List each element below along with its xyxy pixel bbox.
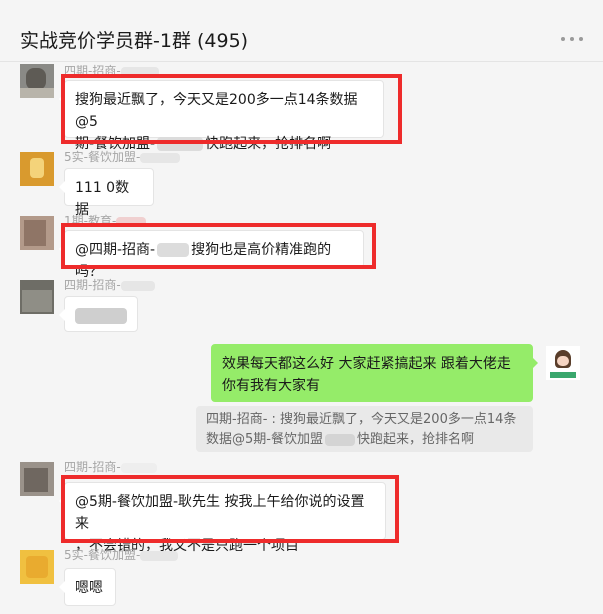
avatar[interactable] — [20, 152, 54, 186]
avatar[interactable] — [20, 216, 54, 250]
avatar[interactable] — [546, 346, 580, 380]
message-list[interactable]: 四期-招商- 搜狗最近飘了，今天又是200多一点14条数据@5 期-餐饮加盟- 快… — [0, 62, 603, 614]
avatar[interactable] — [20, 550, 54, 584]
sender-name: 5实-餐饮加盟- — [64, 546, 179, 563]
sender-name: 5实-餐饮加盟- — [64, 148, 181, 165]
quoted-text: 四期-招商- : 搜狗最近飘了，今天又是200多一点14条 — [206, 412, 517, 427]
message-text: 嗯嗯 — [75, 580, 103, 596]
message-bubble[interactable]: 嗯嗯 — [59, 568, 116, 606]
message-bubble[interactable] — [59, 296, 138, 332]
quoted-text: 数据@5期-餐饮加盟 快跑起来，抢排名啊 — [206, 432, 474, 447]
sender-name: 四期-招商- — [64, 276, 155, 293]
message-bubble[interactable]: 效果每天都这么好 大家赶紧搞起来 跟着大佬走 你有我有大家有 — [211, 344, 538, 402]
more-options-icon[interactable] — [561, 37, 585, 43]
highlight-box — [61, 223, 376, 269]
highlight-box — [61, 74, 402, 144]
message-text: 效果每天都这么好 大家赶紧搞起来 跟着大佬走 — [222, 356, 511, 372]
avatar[interactable] — [20, 64, 54, 98]
avatar[interactable] — [20, 280, 54, 314]
quoted-message[interactable]: 四期-招商- : 搜狗最近飘了，今天又是200多一点14条 数据@5期-餐饮加盟… — [196, 406, 533, 452]
message-bubble[interactable]: 111 0数据 — [59, 168, 154, 218]
message-text: 你有我有大家有 — [222, 378, 320, 394]
highlight-box — [61, 475, 399, 543]
chat-title: 实战竞价学员群-1群 (495) — [20, 30, 249, 52]
avatar[interactable] — [20, 462, 54, 496]
sender-name: 四期-招商- — [64, 458, 157, 475]
chat-header: 实战竞价学员群-1群 (495) — [0, 0, 603, 62]
